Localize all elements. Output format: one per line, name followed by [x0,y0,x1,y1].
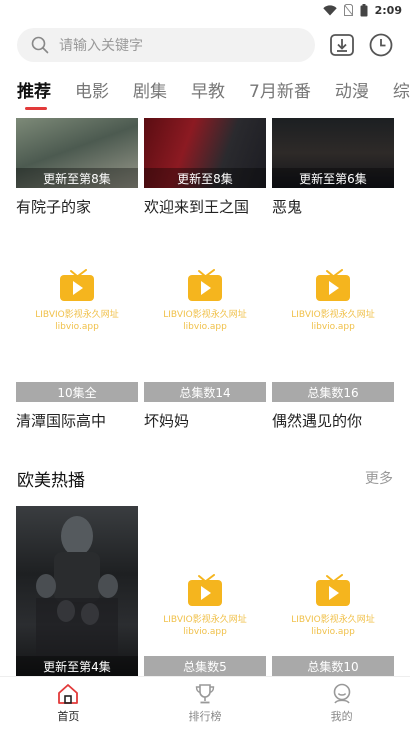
placeholder-watermark-line2: libvio.app [55,322,99,332]
tab-movies[interactable]: 电影 [75,80,109,112]
episode-badge: 10集全 [16,382,138,402]
tab-anime[interactable]: 动漫 [335,80,369,112]
nav-label: 排行榜 [188,710,222,723]
app-screen: 2:09 请输入关键字 推荐 电影 剧集 早教 7月新番 动漫 综 更新至第8集… [0,0,410,730]
episode-badge: 总集数5 [144,656,266,676]
placeholder-watermark-line1: LIBVIO影视永久网址 [163,310,247,320]
search-icon [31,36,49,54]
episode-badge: 总集数14 [144,382,266,402]
video-card[interactable]: LIBVIO影视永久网址 libvio.app 总集数10 [272,506,394,676]
placeholder-watermark-line2: libvio.app [311,627,355,637]
episode-badge: 更新至第6集 [272,168,394,188]
tv-play-icon [188,269,222,301]
video-card[interactable]: 更新至第8集 有院子的家 [16,118,138,217]
status-time: 2:09 [374,3,402,17]
user-face-icon [333,683,350,704]
video-title: 恶鬼 [272,198,303,216]
home-icon [58,684,79,704]
tab-july-new-anime[interactable]: 7月新番 [249,80,311,112]
video-title: 有院子的家 [16,198,92,216]
category-tabs: 推荐 电影 剧集 早教 7月新番 动漫 综 [17,80,410,112]
poster-image: 更新至8集 [144,118,266,188]
battery-icon [360,3,368,16]
video-card[interactable]: LIBVIO影视永久网址 libvio.app 10集全 清潭国际高中 [16,230,138,431]
section-title: 欧美热播 [17,470,85,491]
tab-variety[interactable]: 综 [393,80,410,112]
nav-label: 我的 [330,710,353,723]
episode-badge: 总集数10 [272,656,394,676]
wifi-icon [322,4,337,15]
placeholder-watermark-line1: LIBVIO影视永久网址 [291,615,375,625]
video-card[interactable]: 更新至第4集 [16,506,138,676]
section-header-western-hits: 欧美热播 更多 [17,466,393,491]
episode-badge: 更新至第4集 [16,656,138,676]
nav-profile[interactable]: 我的 [292,683,392,724]
episode-badge: 更新至第8集 [16,168,138,188]
placeholder-watermark-line1: LIBVIO影视永久网址 [291,310,375,320]
search-placeholder: 请输入关键字 [59,38,143,54]
poster-placeholder: LIBVIO影视永久网址 libvio.app 10集全 [16,230,138,402]
video-card[interactable]: 更新至8集 欢迎来到王之国 [144,118,266,217]
tv-play-icon [316,574,350,606]
trophy-icon [195,684,215,704]
poster-figures [36,516,118,656]
placeholder-watermark-line2: libvio.app [183,322,227,332]
video-card[interactable]: 更新至第6集 恶鬼 [272,118,394,217]
video-row-3: 更新至第4集 LIBVIO影视永久网址 libvio.app 总集数5 LIBV… [16,506,394,676]
more-link[interactable]: 更多 [365,468,393,488]
video-title: 欢迎来到王之国 [144,198,250,216]
placeholder-watermark-line1: LIBVIO影视永久网址 [35,310,119,320]
placeholder-watermark-line1: LIBVIO影视永久网址 [163,615,247,625]
tv-play-icon [316,269,350,301]
episode-badge: 总集数16 [272,382,394,402]
tab-early-education[interactable]: 早教 [191,80,225,112]
tab-series[interactable]: 剧集 [133,80,167,112]
placeholder-watermark-line2: libvio.app [311,322,355,332]
video-row-1: 更新至第8集 有院子的家 更新至8集 欢迎来到王之国 更新至第6集 恶鬼 [16,118,394,217]
episode-badge: 更新至8集 [144,168,266,188]
poster-image: 更新至第8集 [16,118,138,188]
bottom-nav: 首页 排行榜 我的 [0,676,410,730]
video-title: 清潭国际高中 [16,412,107,430]
video-title: 偶然遇见的你 [272,412,363,430]
video-title: 坏妈妈 [144,412,190,430]
video-card[interactable]: LIBVIO影视永久网址 libvio.app 总集数14 坏妈妈 [144,230,266,431]
video-row-2: LIBVIO影视永久网址 libvio.app 10集全 清潭国际高中 LIBV… [16,230,394,431]
poster-placeholder: LIBVIO影视永久网址 libvio.app 总集数5 [144,506,266,676]
download-icon[interactable] [329,32,355,58]
search-input[interactable]: 请输入关键字 [17,28,315,62]
no-sim-icon [343,4,353,16]
poster-image: 更新至第4集 [16,506,138,676]
history-clock-icon[interactable] [368,32,394,58]
content-feed: 更新至第8集 有院子的家 更新至8集 欢迎来到王之国 更新至第6集 恶鬼 LIB… [0,118,410,676]
nav-label: 首页 [57,710,80,723]
nav-home[interactable]: 首页 [18,683,118,724]
tv-play-icon [188,574,222,606]
poster-placeholder: LIBVIO影视永久网址 libvio.app 总集数16 [272,230,394,402]
search-row: 请输入关键字 [0,28,410,64]
status-bar: 2:09 [0,0,410,20]
tab-recommend[interactable]: 推荐 [17,80,51,112]
poster-placeholder: LIBVIO影视永久网址 libvio.app 总集数10 [272,506,394,676]
active-tab-indicator [25,107,47,110]
tv-play-icon [60,269,94,301]
video-card[interactable]: LIBVIO影视永久网址 libvio.app 总集数5 [144,506,266,676]
placeholder-watermark-line2: libvio.app [183,627,227,637]
video-card[interactable]: LIBVIO影视永久网址 libvio.app 总集数16 偶然遇见的你 [272,230,394,431]
poster-placeholder: LIBVIO影视永久网址 libvio.app 总集数14 [144,230,266,402]
nav-ranking[interactable]: 排行榜 [155,683,255,724]
poster-image: 更新至第6集 [272,118,394,188]
